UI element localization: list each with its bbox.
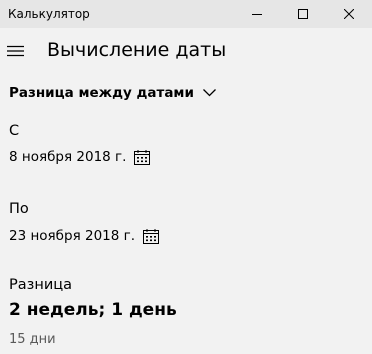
to-date-value: 23 ноября 2018 г. (9, 228, 136, 244)
navigation-menu-button[interactable] (5, 40, 27, 62)
calculation-mode-label: Разница между датами (9, 85, 194, 101)
difference-days: 15 дни (9, 332, 56, 347)
hamburger-menu-icon (7, 45, 24, 57)
page-title: Вычисление даты (47, 39, 227, 61)
maximize-button[interactable] (280, 0, 326, 28)
close-button[interactable] (326, 0, 372, 28)
calculation-mode-dropdown[interactable]: Разница между датами (9, 82, 216, 104)
maximize-icon (298, 9, 308, 19)
calendar-icon (143, 228, 160, 244)
title-bar: Калькулятор (0, 0, 372, 28)
from-date-value: 8 ноября 2018 г. (9, 149, 127, 165)
window-title: Калькулятор (8, 7, 90, 21)
chevron-down-icon (202, 89, 216, 97)
calendar-icon (134, 149, 151, 165)
close-icon (344, 9, 354, 19)
to-date-picker[interactable]: 23 ноября 2018 г. (9, 225, 160, 247)
difference-label: Разница (9, 277, 72, 293)
minimize-icon (252, 14, 262, 15)
from-date-picker[interactable]: 8 ноября 2018 г. (9, 146, 151, 168)
difference-result: 2 недель; 1 день (9, 300, 177, 320)
to-date-label: По (9, 201, 29, 217)
from-date-label: С (9, 123, 20, 139)
minimize-button[interactable] (234, 0, 280, 28)
